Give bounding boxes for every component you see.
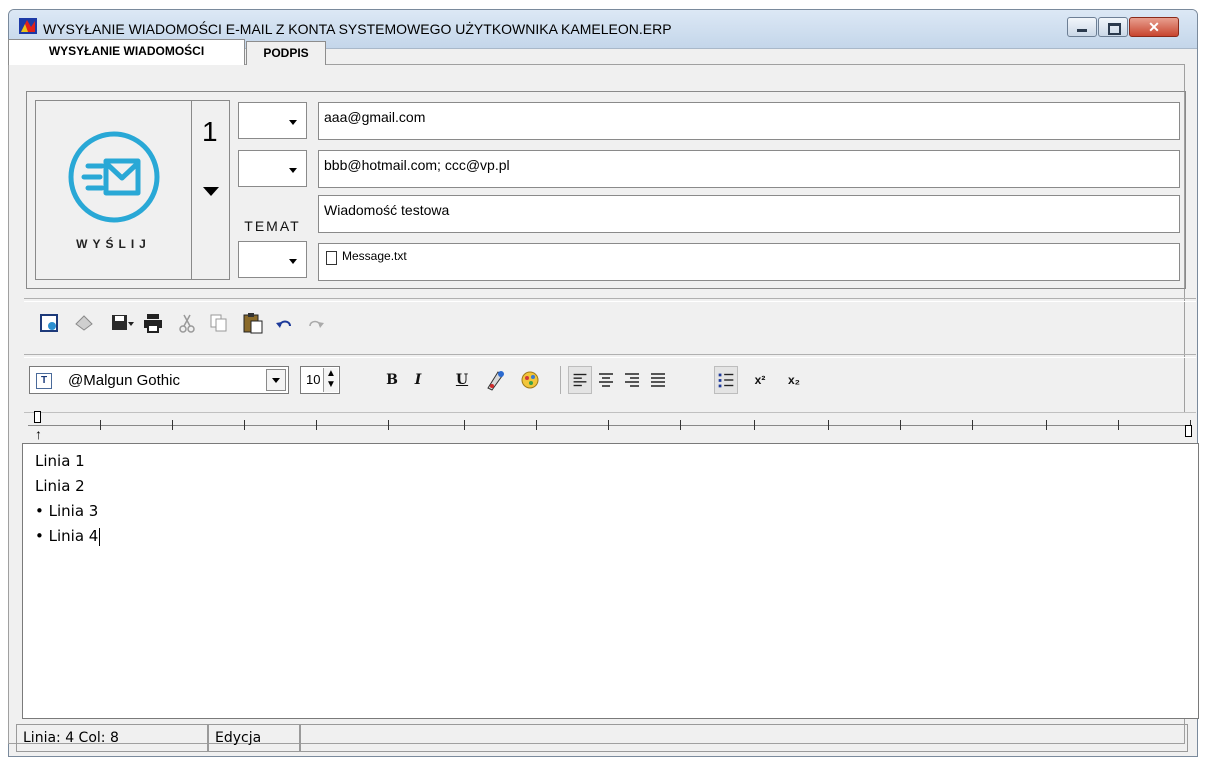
tab-signature[interactable]: PODPIS [246,41,326,65]
redo-icon[interactable] [302,310,328,336]
ruler-tick [316,420,317,430]
chevron-down-icon[interactable] [266,369,286,391]
font-name: @Malgun Gothic [68,372,180,389]
ruler-tick [388,420,389,430]
ruler-tick [754,420,755,430]
editor-line: • Linia 4 [35,527,101,546]
bullet-icon: • [35,502,49,520]
copy-icon[interactable] [206,310,232,336]
file-icon [326,251,337,265]
align-justify-icon[interactable] [646,366,670,394]
editor-line: • Linia 3 [35,502,98,520]
superscript-button[interactable]: x² [748,366,772,394]
cc-type-dropdown[interactable] [238,150,307,187]
cc-value: bbb@hotmail.com; ccc@vp.pl [324,157,510,173]
subject-label: TEMAT [244,218,301,234]
attachment-value: Message.txt [342,249,407,263]
divider [24,354,1196,358]
ruler-tick [1118,420,1119,430]
font-type-icon: T [36,373,52,389]
ruler-tick [900,420,901,430]
font-size-spinner[interactable]: ▲ ▼ [323,368,338,392]
annotation-1: 1 [202,116,218,147]
line-text: Linia 4 [48,527,99,545]
align-center-icon[interactable] [594,366,618,394]
editor-line: Linia 1 [35,452,85,470]
text-caret [99,527,101,546]
bold-button[interactable]: B [380,366,404,394]
ruler-tick [828,420,829,430]
send-mail-icon [68,131,160,223]
text-color-icon[interactable] [484,366,508,394]
print-icon[interactable] [140,310,166,336]
ruler-tick [100,420,101,430]
italic-button[interactable]: I [406,366,430,394]
ruler-tick [972,420,973,430]
attachment-dropdown[interactable] [238,241,307,278]
chevron-down-icon [203,187,219,196]
bullet-list-icon[interactable] [714,366,738,394]
window-title: WYSYŁANIE WIADOMOŚCI E-MAIL Z KONTA SYST… [43,21,672,37]
send-button[interactable]: WYŚLIJ [35,100,192,280]
message-editor[interactable]: Linia 1 Linia 2 • Linia 3 • Linia 4 [22,443,1199,719]
send-icon[interactable] [72,310,98,336]
ruler-tick [608,420,609,430]
ruler-tick [680,420,681,430]
ruler-tick [1046,420,1047,430]
minimize-button[interactable] [1067,17,1097,37]
edit-mode: Edycja [208,724,300,752]
ruler-tick [244,420,245,430]
underline-button[interactable]: U [450,366,474,394]
close-icon: ✕ [1148,19,1160,35]
separator [560,366,561,394]
save-icon[interactable] [108,310,134,336]
status-empty [300,724,1188,752]
divider [24,298,1196,302]
indent-arrow-icon[interactable]: ↑ [35,427,42,441]
new-icon[interactable] [36,310,62,336]
attachment-field[interactable]: Message.txt [318,243,1180,281]
align-right-icon[interactable] [620,366,644,394]
subscript-button[interactable]: x₂ [782,366,806,394]
align-left-icon[interactable] [568,366,592,394]
line-text: Linia 3 [48,502,99,520]
ruler-tick [172,420,173,430]
cursor-position: Linia: 4 Col: 8 [16,724,208,752]
maximize-button[interactable] [1098,17,1128,37]
undo-icon[interactable] [272,310,298,336]
paste-icon[interactable] [240,310,266,336]
to-type-dropdown[interactable] [238,102,307,139]
status-bar: Linia: 4 Col: 8 Edycja [8,724,1198,754]
right-margin-marker[interactable] [1185,425,1192,437]
cc-field[interactable]: bbb@hotmail.com; ccc@vp.pl [318,150,1180,188]
send-label: WYŚLIJ [76,237,151,251]
font-size-input[interactable]: 10 ▲ ▼ [300,366,340,394]
editor-line: Linia 2 [35,477,85,495]
tab-send-message[interactable]: WYSYŁANIE WIADOMOŚCI [8,39,245,65]
font-size-value: 10 [306,372,321,387]
subject-field[interactable]: Wiadomość testowa [318,195,1180,233]
subject-value: Wiadomość testowa [324,202,450,218]
bullet-icon: • [35,527,49,545]
cut-icon[interactable] [174,310,200,336]
close-button[interactable]: ✕ [1129,17,1179,37]
line-text: Linia 1 [35,452,85,470]
to-value: aaa@gmail.com [324,109,426,125]
ruler[interactable]: ↑ [24,411,1196,443]
ruler-tick [464,420,465,430]
left-margin-marker[interactable] [34,411,41,423]
background-color-icon[interactable] [518,366,542,394]
to-field[interactable]: aaa@gmail.com [318,102,1180,140]
ruler-tick [536,420,537,430]
font-family-select[interactable]: T @Malgun Gothic [29,366,289,394]
app-icon [19,18,37,34]
line-text: Linia 2 [35,477,85,495]
